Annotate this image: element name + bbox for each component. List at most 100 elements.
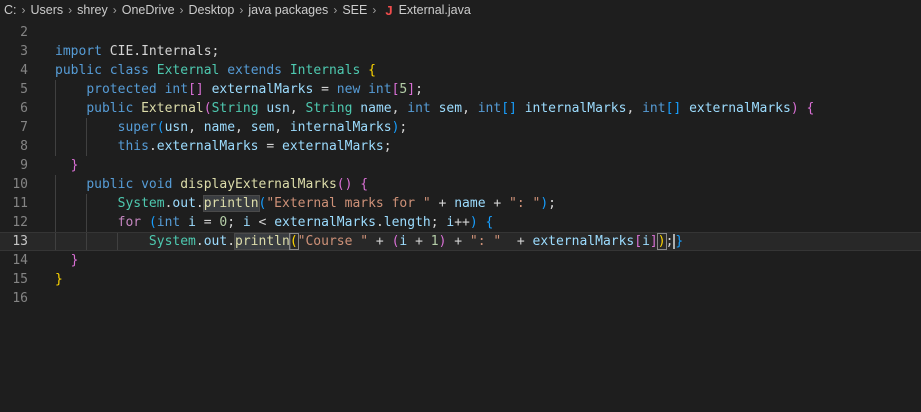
chevron-right-icon: › <box>21 3 26 17</box>
code-token: externalMarks <box>211 82 314 97</box>
code-line[interactable]: 3 import CIE.Internals; <box>0 42 921 61</box>
code-token: ": " <box>469 234 502 249</box>
breadcrumb-java-packages[interactable]: java packages <box>248 3 328 17</box>
code-text: protected int[] externalMarks = new int[… <box>55 80 423 99</box>
code-token: { <box>368 63 376 78</box>
code-token: Internals <box>289 63 361 78</box>
breadcrumb-file[interactable]: External.java <box>399 3 471 17</box>
code-token: [ <box>634 234 643 249</box>
code-token: println <box>202 195 260 212</box>
code-token: class <box>109 63 149 78</box>
code-token: ] <box>649 234 658 249</box>
code-token: [] <box>188 82 204 97</box>
code-token: externalMarks <box>282 139 384 154</box>
code-token: External <box>141 101 204 116</box>
code-line[interactable]: 4 public class External extends Internals… <box>0 61 921 80</box>
code-token: extends <box>227 63 283 78</box>
code-text: public External(String usn, String name,… <box>55 99 814 118</box>
code-text: } <box>55 270 63 289</box>
code-token: import <box>55 44 102 59</box>
code-line[interactable]: 5 protected int[] externalMarks = new in… <box>0 80 921 99</box>
code-token: , <box>188 120 204 135</box>
code-token: externalMarks <box>156 139 259 154</box>
code-token: External <box>156 63 220 78</box>
chevron-right-icon: › <box>68 3 73 17</box>
code-line[interactable]: 2 <box>0 23 921 42</box>
code-line[interactable]: 14 } <box>0 251 921 270</box>
line-number: 10 <box>12 177 28 192</box>
code-token: for <box>117 215 142 230</box>
chevron-right-icon: › <box>372 3 377 17</box>
code-line[interactable]: 7 super(usn, name, sem, internalMarks); <box>0 118 921 137</box>
code-text: public void displayExternalMarks() { <box>55 175 368 194</box>
code-token: usn <box>164 120 189 135</box>
breadcrumb-users[interactable]: Users <box>31 3 64 17</box>
code-token: } <box>55 272 63 287</box>
chevron-right-icon: › <box>239 3 244 17</box>
breadcrumb-drive[interactable]: C: <box>4 3 17 17</box>
code-token: . <box>195 234 204 249</box>
code-token: length <box>383 215 431 230</box>
code-line[interactable]: 8 this.externalMarks = externalMarks; <box>0 137 921 156</box>
code-token: System <box>117 196 165 211</box>
code-line[interactable]: 11 System.out.println("External marks fo… <box>0 194 921 213</box>
code-token: ( <box>288 233 299 250</box>
code-token: ": " <box>509 196 541 211</box>
code-line[interactable]: 6 public External(String usn, String nam… <box>0 99 921 118</box>
line-number: 7 <box>20 120 28 135</box>
breadcrumb-desktop[interactable]: Desktop <box>189 3 235 17</box>
code-token: name <box>360 101 392 116</box>
code-token: String <box>305 101 353 116</box>
code-text: } <box>55 156 79 175</box>
code-token: } <box>70 158 79 173</box>
code-line[interactable]: 9 } <box>0 156 921 175</box>
code-token: String <box>211 101 259 116</box>
code-editor[interactable]: 2 3 import CIE.Internals; 4 public class Ext… <box>0 23 921 308</box>
code-token: ] <box>407 82 416 97</box>
code-token: usn <box>266 101 290 116</box>
code-token: "External marks for " <box>266 196 431 211</box>
code-line[interactable]: 10 public void displayExternalMarks() { <box>0 175 921 194</box>
chevron-right-icon: › <box>112 3 117 17</box>
code-token: externalMarks <box>532 234 635 249</box>
code-token: ; <box>383 139 392 154</box>
code-token: , <box>274 120 290 135</box>
code-token: ) <box>790 101 799 116</box>
line-number: 6 <box>20 101 28 116</box>
code-token: externalMarks <box>274 215 376 230</box>
code-text: } <box>55 251 79 270</box>
code-token: int <box>477 101 502 116</box>
code-token: ) <box>540 196 549 211</box>
code-text: public class External extends Internals … <box>55 61 376 80</box>
code-token: int <box>642 101 666 116</box>
code-text: import CIE.Internals; <box>55 42 219 61</box>
code-line[interactable]: 13 System.out.println("Course " + (i + 1… <box>0 232 921 251</box>
code-token: public <box>55 63 102 78</box>
line-number: 16 <box>12 291 28 306</box>
code-token: i <box>642 234 650 249</box>
line-number: 11 <box>12 196 28 211</box>
code-line[interactable]: 16 <box>0 289 921 308</box>
code-line[interactable]: 12 for (int i = 0; i < externalMarks.len… <box>0 213 921 232</box>
breadcrumb-see[interactable]: SEE <box>342 3 367 17</box>
code-token: int <box>368 82 392 97</box>
code-token: sem <box>438 101 463 116</box>
breadcrumb-shrey[interactable]: shrey <box>77 3 108 17</box>
code-token: i <box>188 215 196 230</box>
breadcrumb-onedrive[interactable]: OneDrive <box>122 3 175 17</box>
code-text: this.externalMarks = externalMarks; <box>55 137 392 156</box>
code-line[interactable]: 15} <box>0 270 921 289</box>
code-token: { <box>806 101 815 116</box>
code-token: "Course " <box>297 234 369 249</box>
